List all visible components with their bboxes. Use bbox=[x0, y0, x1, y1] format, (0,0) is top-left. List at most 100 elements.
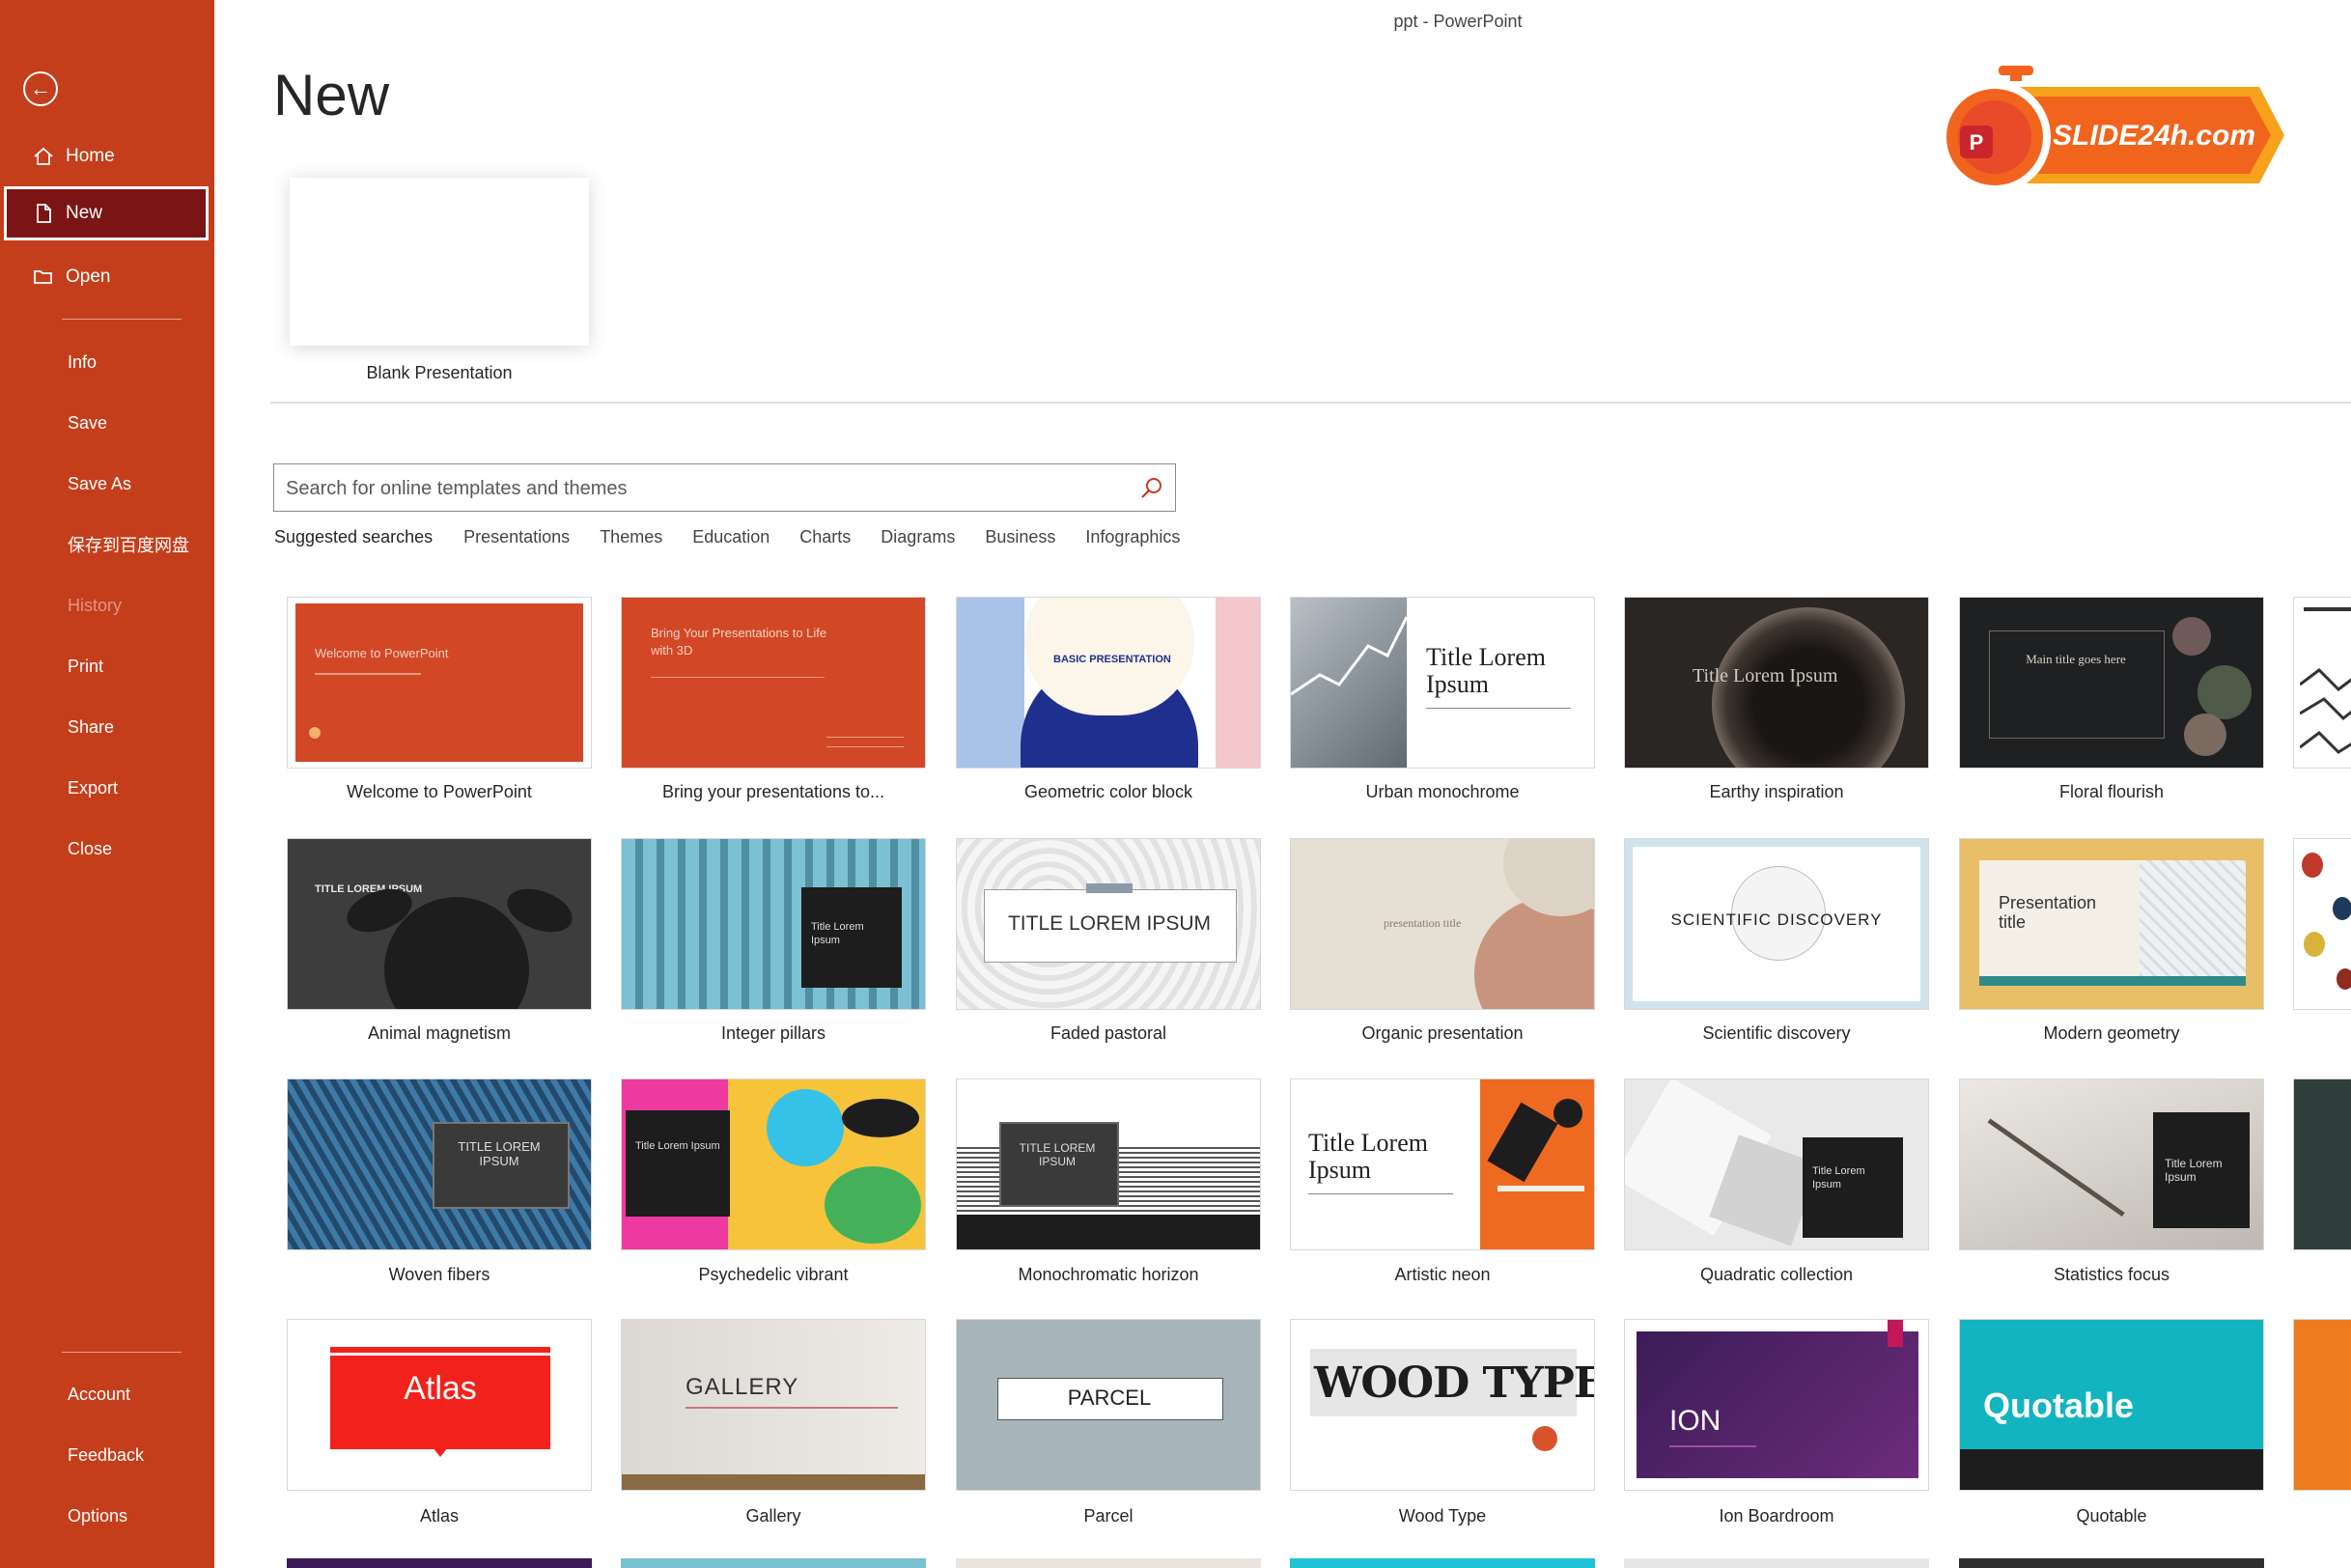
sidebar-item-new[interactable]: New bbox=[4, 186, 209, 240]
suggested-link-diagrams[interactable]: Diagrams bbox=[881, 527, 955, 547]
template-integer-pillars[interactable]: Title Lorem Ipsum bbox=[621, 838, 926, 1010]
sidebar-item-info[interactable]: Info bbox=[4, 335, 209, 389]
sidebar-item-label: History bbox=[68, 595, 123, 615]
template-bring-your-presentations[interactable]: Bring Your Presentations to Life with 3D bbox=[621, 597, 926, 769]
sidebar-item-label: Share bbox=[68, 716, 115, 737]
suggested-link-business[interactable]: Business bbox=[985, 527, 1055, 547]
sidebar-item-save[interactable]: Save bbox=[4, 396, 209, 450]
template-thumb-text: TITLE LOREM IPSUM bbox=[1019, 1141, 1096, 1168]
new-document-icon bbox=[37, 204, 51, 223]
template-label: Faded pastoral bbox=[1050, 1023, 1167, 1043]
template-label: Ion Boardroom bbox=[1719, 1506, 1834, 1526]
suggested-link-infographics[interactable]: Infographics bbox=[1085, 527, 1180, 547]
template-modern-geometry[interactable]: Presentation title bbox=[1959, 838, 2264, 1010]
template-quadratic-collection[interactable]: Title Lorem Ipsum bbox=[1624, 1078, 1929, 1250]
template-thumb-text: Title Lorem Ipsum bbox=[1812, 1165, 1865, 1190]
template-label: Parcel bbox=[1083, 1506, 1134, 1526]
template-scientific-discovery[interactable]: SCIENTIFIC DISCOVERY bbox=[1624, 838, 1929, 1010]
template-woven-fibers[interactable]: TITLE LOREM IPSUM bbox=[287, 1078, 592, 1250]
sidebar-item-label: Options bbox=[68, 1505, 128, 1526]
sidebar-item-share[interactable]: Share bbox=[4, 700, 209, 754]
section-divider bbox=[270, 402, 2351, 404]
template-urban-monochrome[interactable]: Title Lorem Ipsum bbox=[1290, 597, 1595, 769]
template-partial-row1[interactable] bbox=[2293, 597, 2351, 769]
template-partial-row4[interactable] bbox=[2293, 1319, 2351, 1491]
template-label: Statistics focus bbox=[2053, 1265, 2170, 1284]
blank-presentation-label: Blank Presentation bbox=[366, 363, 513, 382]
template-monochromatic-horizon[interactable]: TITLE LOREM IPSUM bbox=[956, 1078, 1261, 1250]
sidebar-item-label: Open bbox=[66, 266, 111, 287]
template-partial-row5[interactable] bbox=[1290, 1558, 1595, 1568]
template-wood-type[interactable]: WOOD TYPE bbox=[1290, 1319, 1595, 1491]
template-gallery[interactable]: GALLERY bbox=[621, 1319, 926, 1491]
template-label: Woven fibers bbox=[388, 1265, 490, 1284]
sidebar-item-label: Close bbox=[68, 838, 113, 858]
template-label: Monochromatic horizon bbox=[1018, 1265, 1199, 1284]
template-label: Urban monochrome bbox=[1365, 782, 1520, 801]
template-partial-row3[interactable] bbox=[2293, 1078, 2351, 1250]
template-statistics-focus[interactable]: Title Lorem Ipsum bbox=[1959, 1078, 2264, 1250]
template-partial-row5[interactable] bbox=[956, 1558, 1261, 1568]
template-label: Organic presentation bbox=[1361, 1023, 1524, 1043]
sidebar-item-label: Account bbox=[68, 1384, 131, 1404]
sidebar-item-close[interactable]: Close bbox=[4, 822, 209, 876]
search-input[interactable] bbox=[284, 472, 1118, 505]
search-icon[interactable] bbox=[1138, 475, 1165, 502]
template-partial-row5[interactable] bbox=[1624, 1558, 1929, 1568]
sidebar-item-open[interactable]: Open bbox=[4, 250, 209, 304]
template-parcel[interactable]: PARCEL bbox=[956, 1319, 1261, 1491]
template-label: Integer pillars bbox=[720, 1023, 826, 1043]
template-label: Geometric color block bbox=[1023, 782, 1193, 801]
sidebar-item-options[interactable]: Options bbox=[4, 1489, 209, 1543]
template-floral-flourish[interactable]: Main title goes here bbox=[1959, 597, 2264, 769]
template-earthy-inspiration[interactable]: Title Lorem Ipsum bbox=[1624, 597, 1929, 769]
sidebar-item-home[interactable]: Home bbox=[4, 129, 209, 183]
sidebar-item-label: Info bbox=[68, 351, 98, 372]
template-thumb-text: Main title goes here bbox=[2026, 652, 2126, 666]
template-artistic-neon[interactable]: Title Lorem Ipsum bbox=[1290, 1078, 1595, 1250]
template-quotable[interactable]: Quotable bbox=[1959, 1319, 2264, 1491]
template-thumb-text: BASIC PRESENTATION bbox=[1053, 654, 1171, 665]
sidebar-item-label: New bbox=[66, 203, 103, 223]
template-partial-row5[interactable] bbox=[287, 1558, 592, 1568]
template-partial-row5[interactable] bbox=[621, 1558, 926, 1568]
window-title: ppt - PowerPoint bbox=[1393, 12, 1523, 31]
template-faded-pastoral[interactable]: TITLE LOREM IPSUM bbox=[956, 838, 1261, 1010]
template-thumb-text: Title Lorem Ipsum bbox=[1426, 643, 1546, 698]
sidebar-item-save-as[interactable]: Save As bbox=[4, 457, 209, 511]
sidebar-item-feedback[interactable]: Feedback bbox=[4, 1428, 209, 1482]
template-thumb-text: Title Lorem Ipsum bbox=[811, 921, 864, 946]
back-arrow-icon[interactable]: ← bbox=[23, 71, 58, 106]
sidebar-item-label: Home bbox=[66, 146, 115, 166]
suggested-link-themes[interactable]: Themes bbox=[600, 527, 662, 547]
sidebar-item-print[interactable]: Print bbox=[4, 639, 209, 693]
suggested-link-charts[interactable]: Charts bbox=[799, 527, 851, 547]
template-label: Earthy inspiration bbox=[1709, 782, 1844, 801]
template-thumb-text: presentation title bbox=[1384, 916, 1462, 930]
suggested-link-education[interactable]: Education bbox=[692, 527, 770, 547]
template-thumb-text: Welcome to PowerPoint bbox=[315, 646, 449, 660]
sidebar-item-export[interactable]: Export bbox=[4, 761, 209, 815]
template-label: Quotable bbox=[2076, 1506, 2147, 1526]
template-psychedelic-vibrant[interactable]: Title Lorem Ipsum bbox=[621, 1078, 926, 1250]
sidebar-divider bbox=[62, 1352, 182, 1353]
template-organic-presentation[interactable]: presentation title bbox=[1290, 838, 1595, 1010]
sidebar-item-account[interactable]: Account bbox=[4, 1367, 209, 1421]
sidebar-item-label: Export bbox=[68, 777, 119, 798]
template-thumb-text: Title Lorem Ipsum bbox=[2165, 1157, 2223, 1184]
template-ion-boardroom[interactable]: ION bbox=[1624, 1319, 1929, 1491]
template-welcome-to-powerpoint[interactable]: Welcome to PowerPoint bbox=[287, 597, 592, 769]
sidebar-item-label: Save bbox=[68, 412, 108, 433]
sidebar-item-label: Feedback bbox=[68, 1444, 145, 1465]
template-atlas[interactable]: Atlas bbox=[287, 1319, 592, 1491]
suggested-link-presentations[interactable]: Presentations bbox=[463, 527, 570, 547]
template-partial-row2[interactable] bbox=[2293, 838, 2351, 1010]
template-thumb-text: Bring Your Presentations to Life with 3D bbox=[651, 626, 827, 658]
blank-presentation-thumbnail[interactable] bbox=[290, 178, 589, 346]
template-geometric-color-block[interactable]: BASIC PRESENTATION bbox=[956, 597, 1261, 769]
template-animal-magnetism[interactable]: TITLE LOREM IPSUM bbox=[287, 838, 592, 1010]
template-label: Animal magnetism bbox=[367, 1023, 512, 1043]
sidebar-item-save-to-baidu[interactable]: 保存到百度网盘 bbox=[4, 518, 209, 572]
sidebar-item-label: 保存到百度网盘 bbox=[68, 536, 189, 555]
template-partial-row5[interactable] bbox=[1959, 1558, 2264, 1568]
